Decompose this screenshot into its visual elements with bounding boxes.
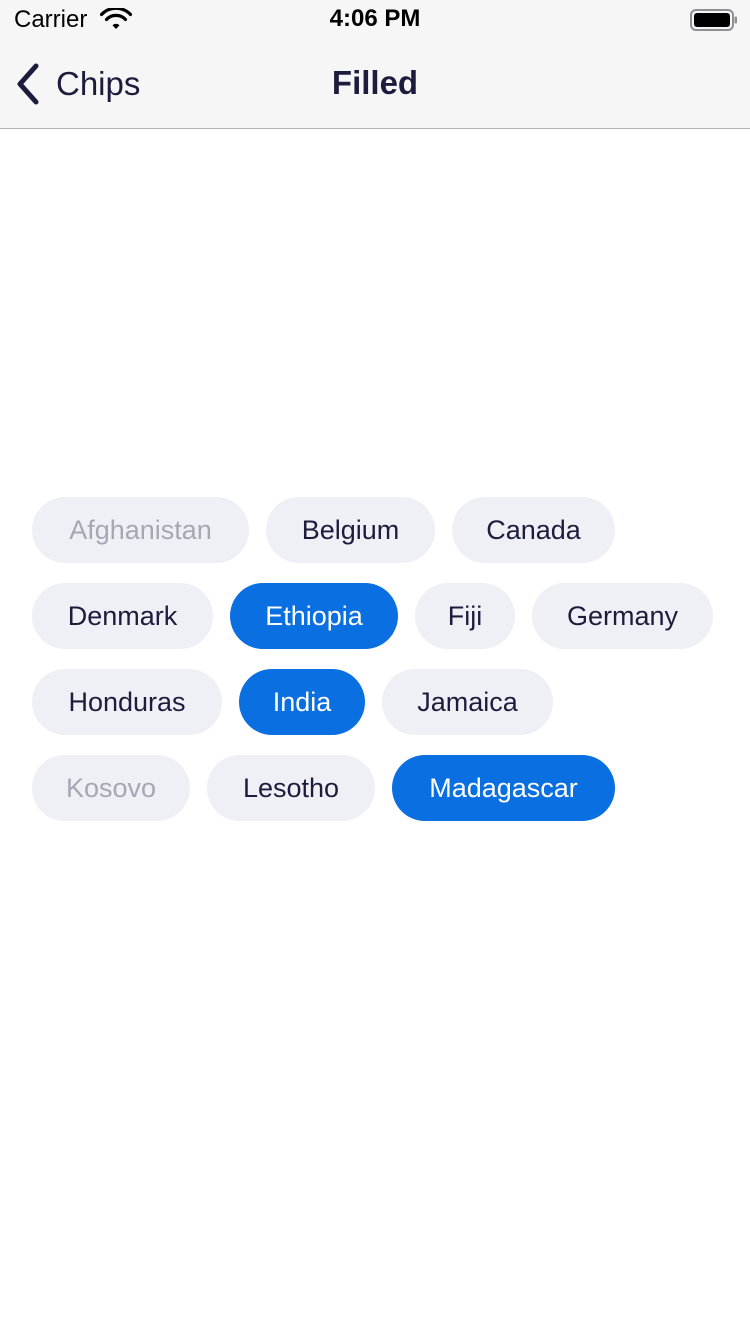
status-bar: Carrier 4:06 PM	[0, 0, 750, 40]
chip-row: Kosovo Lesotho Madagascar	[32, 755, 722, 821]
chip-india[interactable]: India	[239, 669, 365, 735]
chip-honduras[interactable]: Honduras	[32, 669, 222, 735]
chip-row: Honduras India Jamaica	[32, 669, 722, 735]
chip-ethiopia[interactable]: Ethiopia	[230, 583, 398, 649]
chip-row: Afghanistan Belgium Canada	[32, 497, 722, 563]
chip-fiji[interactable]: Fiji	[415, 583, 515, 649]
status-time: 4:06 PM	[329, 5, 421, 32]
page-title: Filled	[331, 64, 419, 101]
chip-kosovo: Kosovo	[32, 755, 190, 821]
chip-row: Denmark Ethiopia Fiji Germany	[32, 583, 722, 649]
chip-madagascar[interactable]: Madagascar	[392, 755, 615, 821]
chip-canada[interactable]: Canada	[452, 497, 615, 563]
chip-lesotho[interactable]: Lesotho	[207, 755, 375, 821]
chip-germany[interactable]: Germany	[532, 583, 713, 649]
navigation-bar: Chips Filled	[0, 40, 750, 129]
chip-denmark[interactable]: Denmark	[32, 583, 213, 649]
chip-belgium[interactable]: Belgium	[266, 497, 435, 563]
battery-icon	[690, 9, 737, 31]
chip-afghanistan: Afghanistan	[32, 497, 249, 563]
chip-jamaica[interactable]: Jamaica	[382, 669, 553, 735]
chip-group: Afghanistan Belgium Canada Denmark Ethio…	[32, 497, 722, 841]
